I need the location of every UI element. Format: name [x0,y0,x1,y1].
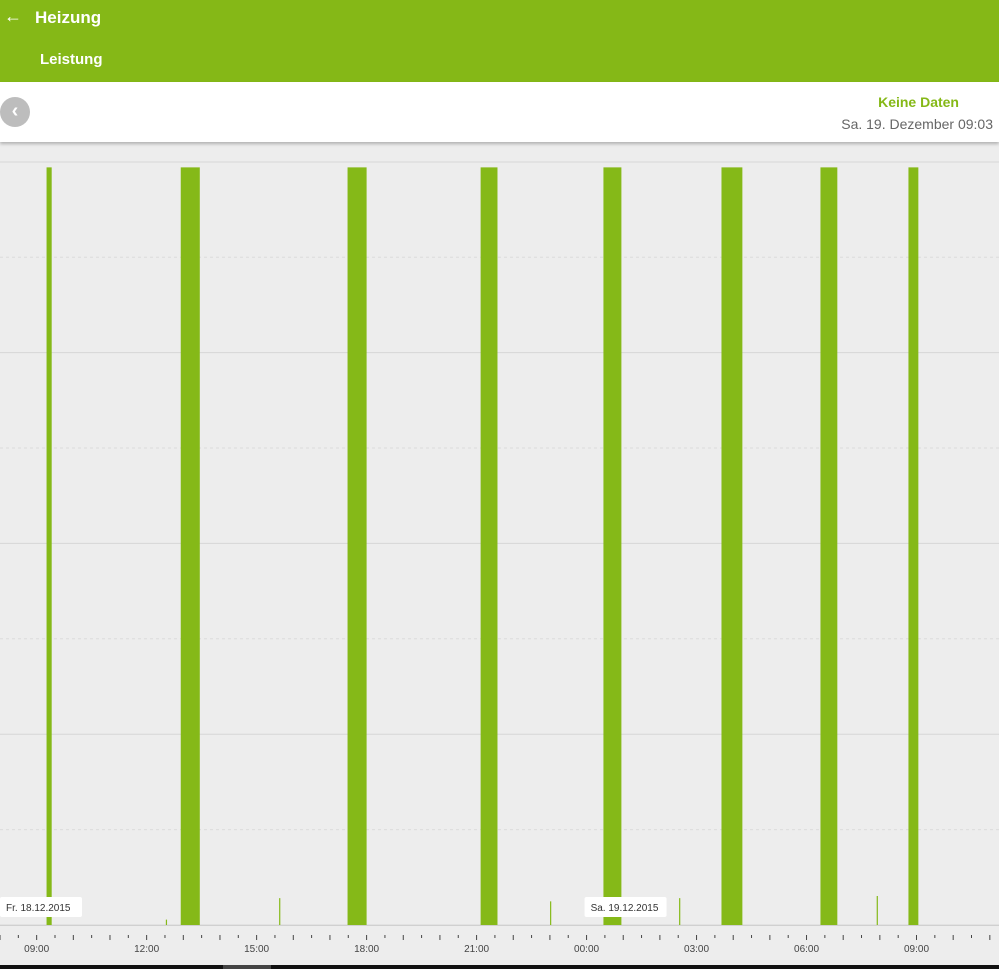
chevron-left-icon[interactable]: ‹ [0,97,30,127]
info-bar: ‹ Keine Daten Sa. 19. Dezember 09:03 [0,82,999,142]
power-pulse [180,167,200,926]
scrollbar-thumb[interactable] [223,965,271,969]
power-pulse [908,167,919,926]
date-text: Sa. 19. Dezember 09:03 [841,116,993,132]
page-subtitle: Leistung [40,51,103,68]
x-tick-label: 06:00 [794,944,819,955]
app-header: ← Heizung Leistung [0,0,999,82]
power-chart[interactable]: 09:00 12:00 15:00 18:00 21:00 00:00 03:00 06:00… [0,142,999,965]
day-label: Fr. 18.12.2015 [6,903,71,914]
arrow-left-icon[interactable]: ← [4,6,22,27]
x-tick-label: 03:00 [684,944,709,955]
power-pulse [721,167,743,926]
x-tick-label: 15:00 [244,944,269,955]
x-tick-label: 09:00 [24,944,49,955]
x-tick-label: 18:00 [354,944,379,955]
power-pulse [347,167,367,926]
x-tick-label: 00:00 [574,944,599,955]
x-tick-label: 21:00 [464,944,489,955]
status-text: Keine Daten [878,94,959,110]
day-label: Sa. 19.12.2015 [591,903,659,914]
x-tick-label: 09:00 [904,944,929,955]
power-pulse [46,167,52,926]
x-tick-label: 12:00 [134,944,159,955]
power-pulse [820,167,838,926]
power-pulse [603,167,622,926]
scrollbar[interactable] [0,965,999,969]
power-pulse [480,167,498,926]
page-title: Heizung [35,8,102,27]
